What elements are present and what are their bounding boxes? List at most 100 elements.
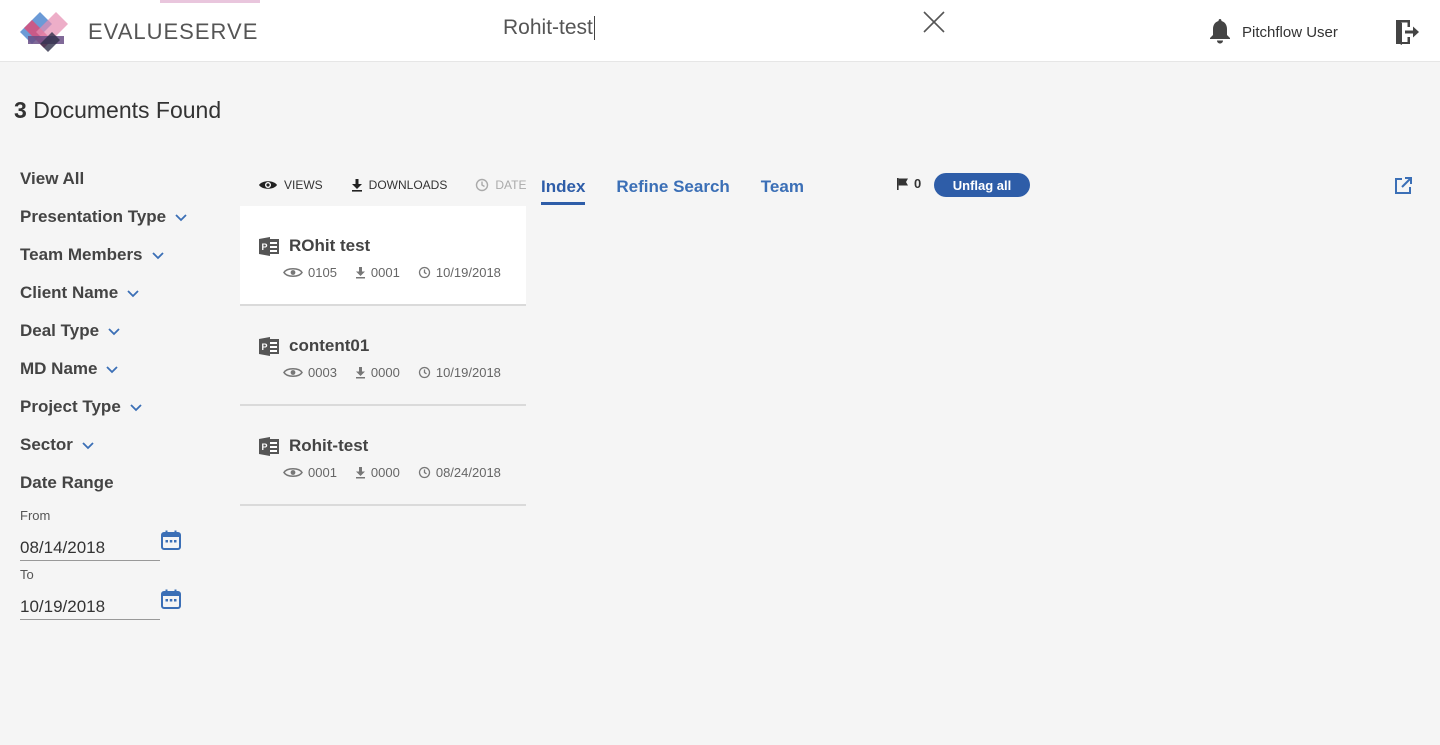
filter-sidebar: View All Presentation Type Team Members … — [20, 160, 220, 620]
document-title-row: P Rohit-test — [259, 436, 526, 456]
chevron-down-icon — [127, 290, 139, 298]
view-tabs: Index Refine Search Team — [541, 177, 835, 205]
document-card[interactable]: P content01 0003 0000 10/19/2018 — [240, 306, 526, 406]
flag-counter: 0 — [896, 176, 921, 191]
chevron-down-icon — [82, 442, 94, 450]
document-card[interactable]: P Rohit-test 0001 0000 08/24/2018 — [240, 406, 526, 506]
filter-label: Sector — [20, 435, 73, 454]
filter-label: Deal Type — [20, 321, 100, 340]
flag-icon — [897, 177, 908, 190]
logout-icon[interactable] — [1393, 18, 1421, 46]
document-views: 0001 — [283, 465, 337, 480]
filter-client-name[interactable]: Client Name — [20, 274, 220, 312]
document-downloads: 0000 — [355, 365, 400, 380]
filter-presentation-type[interactable]: Presentation Type — [20, 198, 220, 236]
document-downloads: 0000 — [355, 465, 400, 480]
sort-downloads-label: DOWNLOADS — [368, 178, 448, 192]
filter-label: Project Type — [20, 397, 121, 416]
close-icon[interactable] — [920, 8, 948, 36]
document-title: content01 — [289, 336, 370, 355]
sort-views-label: VIEWS — [284, 178, 323, 192]
clock-icon — [418, 466, 430, 479]
powerpoint-icon: P — [259, 236, 279, 256]
document-views-count: 0003 — [308, 365, 337, 380]
clock-icon — [418, 366, 430, 379]
results-count-title: 3 Documents Found — [14, 97, 221, 124]
filter-label: MD Name — [20, 359, 98, 378]
logo-mark-icon — [20, 12, 68, 52]
document-downloads: 0001 — [355, 265, 400, 280]
filter-label: View All — [20, 169, 85, 188]
results-label: Documents Found — [33, 97, 222, 123]
filter-label: Team Members — [20, 245, 143, 264]
tab-index[interactable]: Index — [541, 177, 586, 205]
document-date: 10/19/2018 — [418, 365, 501, 380]
svg-text:P: P — [261, 342, 267, 352]
date-to-row — [20, 582, 220, 620]
user-name[interactable]: Pitchflow User — [1242, 24, 1338, 41]
clock-icon — [418, 266, 430, 279]
top-header: EVALUESERVE Rohit-test Pitchflow User — [0, 0, 1440, 62]
document-meta: 0003 0000 10/19/2018 — [283, 365, 526, 380]
eye-icon — [259, 181, 277, 189]
search-input[interactable]: Rohit-test — [503, 14, 595, 42]
clock-icon — [476, 178, 489, 192]
filter-date-range: Date Range — [20, 464, 220, 502]
bell-icon[interactable] — [1208, 18, 1232, 44]
eye-icon — [283, 367, 303, 378]
filter-label: Date Range — [20, 473, 114, 492]
document-views: 0003 — [283, 365, 337, 380]
document-date-value: 10/19/2018 — [435, 365, 501, 380]
document-date-value: 10/19/2018 — [435, 265, 501, 280]
text-caret — [593, 16, 595, 40]
chevron-down-icon — [106, 366, 119, 374]
date-from-input[interactable] — [20, 534, 160, 561]
document-downloads-count: 0000 — [370, 365, 400, 380]
download-icon — [355, 367, 365, 379]
document-downloads-count: 0001 — [370, 265, 400, 280]
chevron-down-icon — [175, 214, 187, 222]
unflag-all-button[interactable]: Unflag all — [934, 173, 1030, 197]
date-to-input[interactable] — [20, 593, 160, 620]
document-card[interactable]: P ROhit test 0105 0001 10/19/2018 — [240, 206, 526, 306]
chevron-down-icon — [151, 252, 164, 260]
svg-text:P: P — [261, 242, 267, 252]
download-icon — [355, 467, 365, 479]
filter-deal-type[interactable]: Deal Type — [20, 312, 220, 350]
evalueserve-logo[interactable]: EVALUESERVE — [16, 8, 258, 56]
document-title: Rohit-test — [289, 436, 369, 455]
document-meta: 0105 0001 10/19/2018 — [283, 265, 526, 280]
download-icon — [351, 179, 362, 192]
sort-toolbar: VIEWS DOWNLOADS DATE — [258, 178, 554, 192]
document-views-count: 0001 — [308, 465, 337, 480]
calendar-icon[interactable] — [160, 529, 182, 551]
calendar-icon[interactable] — [160, 588, 182, 610]
filter-md-name[interactable]: MD Name — [20, 350, 220, 388]
sort-by-date[interactable]: DATE — [475, 178, 526, 192]
eye-icon — [283, 267, 303, 278]
document-downloads-count: 0000 — [370, 465, 400, 480]
svg-text:P: P — [261, 442, 267, 452]
document-date: 10/19/2018 — [418, 265, 501, 280]
tab-team[interactable]: Team — [761, 177, 804, 205]
sort-by-views[interactable]: VIEWS — [258, 178, 323, 192]
filter-label: Client Name — [20, 283, 119, 302]
sort-by-downloads[interactable]: DOWNLOADS — [351, 178, 448, 192]
document-date: 08/24/2018 — [418, 465, 501, 480]
powerpoint-icon: P — [259, 336, 279, 356]
filter-label: Presentation Type — [20, 207, 167, 226]
document-title-row: P ROhit test — [259, 236, 526, 256]
eye-icon — [283, 467, 303, 478]
filter-sector[interactable]: Sector — [20, 426, 220, 464]
logo-text: EVALUESERVE — [88, 19, 259, 44]
filter-project-type[interactable]: Project Type — [20, 388, 220, 426]
date-to-label: To — [20, 567, 34, 582]
filter-view-all[interactable]: View All — [20, 160, 220, 198]
filter-team-members[interactable]: Team Members — [20, 236, 220, 274]
document-views-count: 0105 — [308, 265, 337, 280]
results-count: 3 — [14, 97, 27, 123]
flag-count-value: 0 — [914, 176, 922, 191]
tab-refine-search[interactable]: Refine Search — [616, 177, 729, 205]
download-icon — [355, 267, 365, 279]
external-link-icon[interactable] — [1393, 176, 1413, 196]
